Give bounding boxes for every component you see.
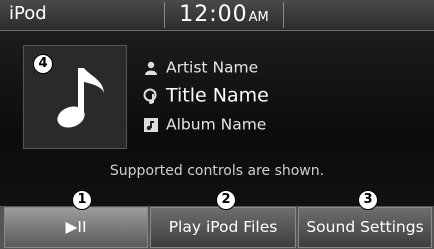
sound-settings-button[interactable]: Sound Settings (298, 207, 432, 248)
play-pause-button[interactable]: ▶II (4, 207, 148, 248)
title-name: Title Name (166, 84, 269, 107)
album-name: Album Name (166, 115, 267, 134)
clock: 12:00AM (164, 2, 284, 28)
callout-4: 4 (33, 54, 53, 74)
now-playing-panel: 4 Artist Name Title Name Album Name Supp… (0, 31, 434, 206)
artist-row: Artist Name (143, 58, 258, 77)
callout-2: 2 (216, 190, 236, 210)
callout-1: 1 (72, 190, 92, 210)
source-label: iPod (9, 3, 47, 24)
ipod-screen: iPod 12:00AM 4 Artist Name Title Name Al… (0, 0, 434, 249)
supported-controls-message: Supported controls are shown. (109, 163, 325, 179)
control-button-bar: ▶II Play iPod Files Sound Settings (0, 206, 434, 249)
clock-ampm: AM (248, 10, 269, 25)
artist-name: Artist Name (166, 58, 259, 77)
person-icon (145, 61, 157, 75)
clock-time: 12:00 (179, 2, 248, 27)
play-ipod-files-button[interactable]: Play iPod Files (150, 207, 296, 248)
music-note-icon (143, 88, 157, 104)
callout-3: 3 (358, 190, 378, 210)
album-row: Album Name (143, 115, 266, 134)
album-icon (144, 117, 158, 132)
title-row: Title Name (143, 84, 269, 107)
status-bar: iPod 12:00AM (0, 0, 434, 31)
play-pause-icon: ▶II (65, 218, 87, 236)
